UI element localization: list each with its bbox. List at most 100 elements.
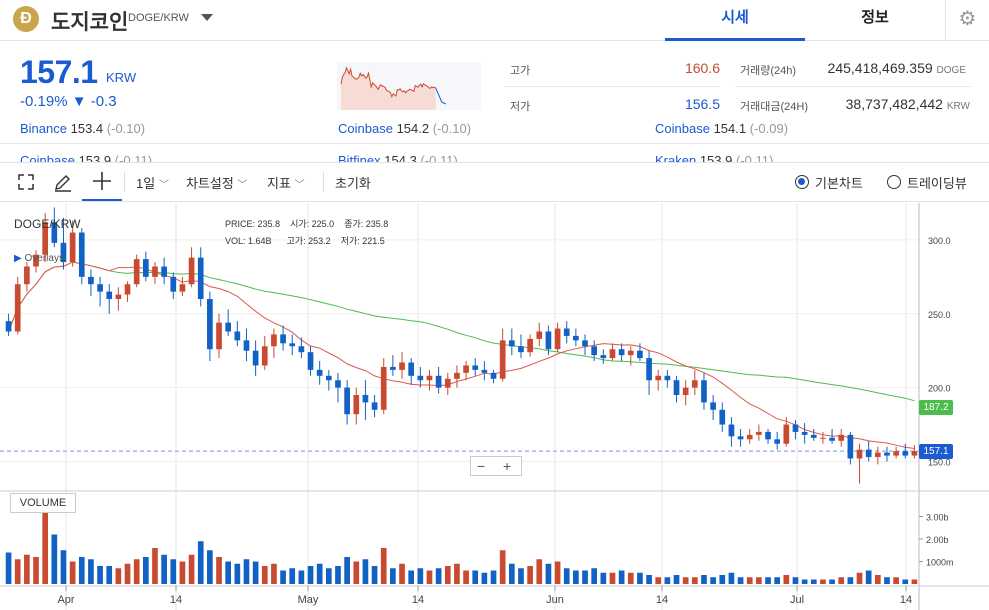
candle-body [655, 375, 662, 381]
candle-body [600, 355, 607, 359]
tab-info[interactable]: 정보 [805, 0, 945, 41]
exchange-item[interactable]: Binance 153.4 (-0.10) [20, 121, 145, 136]
y-tick-label: 300.0 [928, 236, 951, 246]
candle-body [582, 340, 588, 347]
x-tick-label: 14 [656, 594, 668, 606]
exchange-price-list[interactable]: Binance 153.4 (-0.10) Coinbase 154.2 (-0… [0, 120, 989, 162]
volume-bar [78, 557, 85, 584]
candle-body [298, 346, 305, 353]
candle-body [271, 334, 277, 347]
volume-bar [289, 568, 296, 584]
indicators-select[interactable]: 지표 ﹀ [267, 173, 305, 192]
volume-bar [792, 577, 799, 584]
volume-bar [884, 577, 890, 584]
volume-bar [737, 577, 744, 584]
volume-bar [874, 575, 881, 584]
candlestick-chart[interactable]: 300.0250.0200.0150.03.00b2.00b1000mApr 14… [0, 203, 989, 610]
volume-bar [5, 552, 12, 584]
candle-body [563, 328, 570, 336]
candle-body [325, 375, 332, 381]
low-value: 156.5 [684, 96, 720, 112]
volume-bar [609, 572, 616, 584]
volume-bar [820, 579, 826, 584]
zoom-in-button[interactable]: + [503, 457, 511, 475]
candle-body [838, 434, 845, 441]
candle-body [518, 346, 524, 353]
exchange-value: 154.3 [384, 153, 417, 162]
fullscreen-icon[interactable] [16, 172, 36, 192]
chart-settings-select[interactable]: 차트설정 ﹀ [186, 173, 247, 192]
close-info-value: 235.8 [365, 219, 389, 229]
candle-body [801, 431, 808, 435]
tradingview-radio[interactable] [887, 175, 901, 189]
volume-bar [673, 575, 680, 584]
candle-body [856, 449, 863, 459]
volume-bar [728, 572, 735, 584]
volume-bar [856, 572, 863, 584]
low-info-value: 221.5 [362, 236, 385, 246]
volume-bar [42, 507, 49, 584]
overlays-toggle[interactable]: ▶ Overlays [14, 253, 64, 264]
candle-body [554, 328, 561, 350]
volume-bar [810, 579, 817, 584]
candle-body [646, 358, 652, 381]
exchange-item[interactable]: Coinbase 154.2 (-0.10) [338, 121, 471, 136]
exchange-item[interactable]: Coinbase 153.9 (-0.11) [20, 153, 152, 162]
volume-bar [499, 550, 506, 584]
candle-body [829, 437, 835, 441]
toolbar-divider [323, 172, 324, 192]
candle-body [362, 395, 369, 403]
price-chart-area[interactable]: 300.0 250.0 200.0 150.0 3.00b 2.00b 1000m Apr 14… [0, 203, 989, 610]
candle-body [289, 343, 296, 347]
volume-bar [472, 570, 479, 584]
candle-body [490, 372, 497, 379]
volume-bar [454, 563, 460, 584]
ma-short-line [8, 261, 915, 449]
candle-body [380, 366, 387, 410]
volume-bar [417, 568, 424, 584]
basic-chart-label[interactable]: 기본차트 [815, 173, 863, 192]
exchange-item[interactable]: Coinbase 154.1 (-0.09) [655, 121, 788, 136]
volume-bar [664, 577, 671, 584]
candle-body [344, 387, 350, 415]
candle-body [810, 434, 817, 438]
volume-bar [545, 563, 552, 584]
candle-body [710, 402, 716, 410]
volume-bar [637, 572, 643, 584]
reset-button[interactable]: 초기화 [335, 173, 371, 192]
candle-body [234, 331, 241, 341]
coin-pair: DOGE/KRW [128, 12, 189, 24]
crosshair-tool-icon[interactable] [82, 163, 122, 201]
indicators-label: 지표 [267, 176, 291, 191]
high-info-label: 고가: [286, 236, 306, 246]
app-header: Ð 도지코인 DOGE/KRW 시세 정보 ⚙ [0, 0, 989, 41]
interval-label: 1일 [136, 176, 156, 191]
volume-bar [765, 577, 771, 584]
volume-tick-label: 2.00b [926, 535, 949, 545]
candle-body [261, 346, 268, 366]
draw-pencil-icon[interactable] [52, 172, 74, 194]
volume-bar [746, 577, 753, 584]
exchange-value: 154.2 [396, 121, 430, 136]
exchange-item[interactable]: Kraken 153.9 (-0.11) [655, 153, 773, 162]
exchange-name: Coinbase [338, 121, 393, 136]
candle-body [225, 322, 232, 332]
volume-bar [362, 559, 369, 584]
volume-bar [399, 563, 405, 584]
interval-select[interactable]: 1일 ﹀ [136, 173, 169, 192]
gear-icon[interactable]: ⚙ [945, 0, 989, 41]
coin-dropdown-caret-icon[interactable] [201, 14, 213, 21]
candle-body [691, 380, 698, 388]
basic-chart-radio[interactable] [795, 175, 809, 189]
tab-market[interactable]: 시세 [665, 0, 805, 41]
chart-symbol: DOGE/KRW [14, 217, 81, 231]
low-label: 저가 [510, 101, 531, 113]
volume-bar [170, 559, 177, 584]
candle-body [5, 321, 12, 332]
volume-bar [682, 577, 689, 584]
amount-number: 38,737,482,442 [845, 96, 943, 112]
zoom-out-button[interactable]: − [477, 457, 485, 475]
exchange-item[interactable]: Bitfinex 154.3 (-0.11) [338, 153, 458, 162]
volume-bar [527, 566, 533, 584]
tradingview-label[interactable]: 트레이딩뷰 [907, 173, 967, 192]
